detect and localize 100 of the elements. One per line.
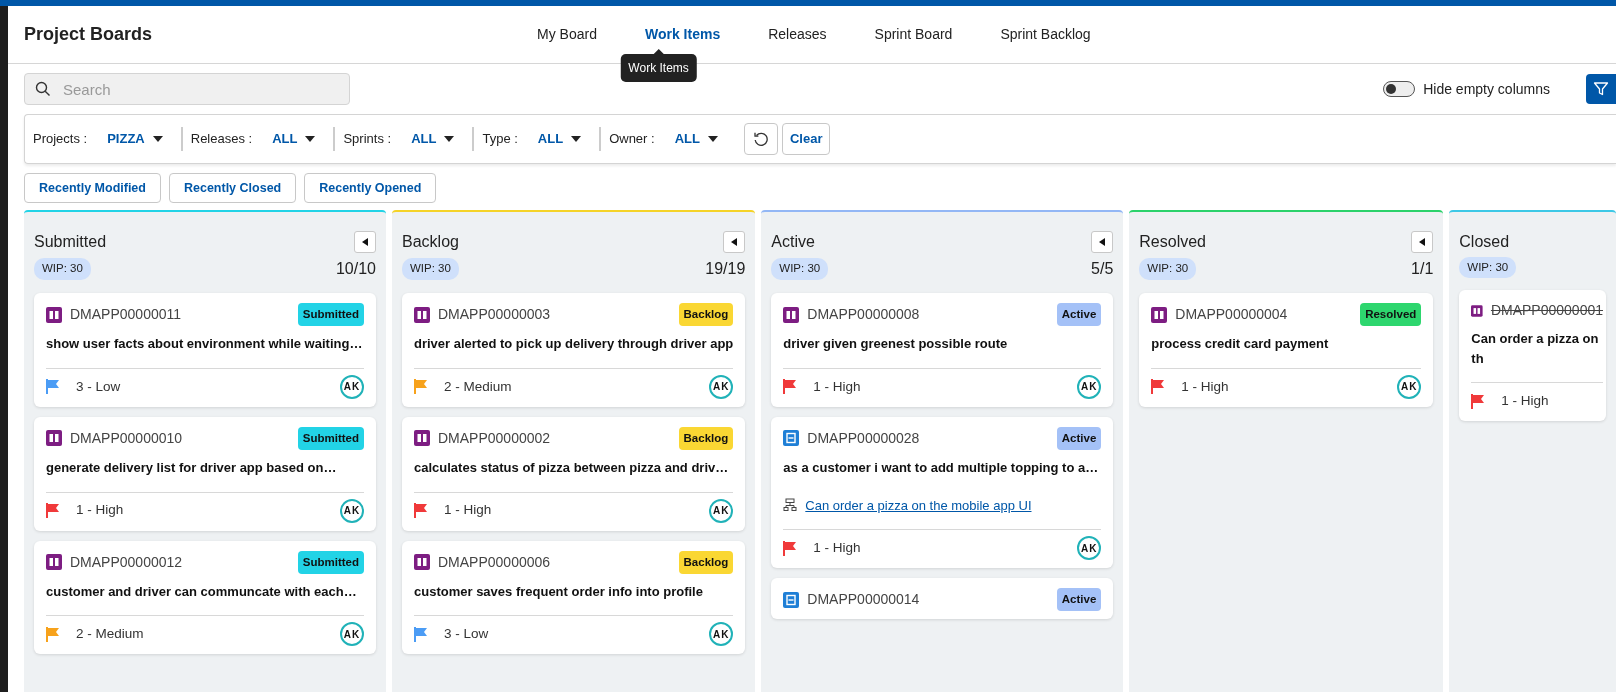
status-badge: Backlog bbox=[678, 303, 734, 327]
caret-icon bbox=[571, 136, 582, 142]
avatar: AK bbox=[1077, 536, 1102, 560]
status-badge: Resolved bbox=[1360, 303, 1422, 327]
item-id: DMAPP00000012 bbox=[70, 552, 183, 572]
toggle-switch[interactable] bbox=[1383, 81, 1416, 97]
hierarchy-icon bbox=[783, 498, 798, 513]
filter-dropdown[interactable]: ALL bbox=[537, 129, 582, 149]
item-id: DMAPP00000003 bbox=[438, 305, 551, 325]
item-title: generate delivery list for driver app based on… bbox=[46, 459, 338, 477]
work-item-card[interactable]: DMAPP00000010 Submitted generate delivery list for driver app based on… 1 - High AK bbox=[34, 416, 376, 531]
priority-label: 1 - High bbox=[444, 501, 492, 520]
item-id: DMAPP00000014 bbox=[807, 590, 920, 610]
toggle-label: Hide empty columns bbox=[1423, 79, 1550, 99]
filter-label: Projects : bbox=[33, 130, 88, 149]
item-id: DMAPP00000002 bbox=[438, 428, 551, 448]
nav-tab[interactable]: My Board bbox=[537, 24, 597, 45]
column-title: Resolved bbox=[1139, 232, 1206, 252]
feature-icon bbox=[46, 306, 62, 323]
collapse-button[interactable] bbox=[1091, 231, 1114, 253]
work-item-card[interactable]: DMAPP00000008 Active driver given greenest possible route 1 - High AK bbox=[771, 293, 1114, 407]
work-item-card[interactable]: DMAPP00000012 Submitted customer and driver can communcate with each… 2 - Medium AK bbox=[34, 540, 376, 655]
work-item-card[interactable]: DMAPP00000001 Can order a pizza on th 1 - High bbox=[1459, 290, 1606, 422]
quick-filter-button[interactable]: Recently Closed bbox=[168, 173, 297, 203]
item-title: calculates status of pizza between pizza and driv… bbox=[414, 459, 730, 477]
item-id: DMAPP00000011 bbox=[70, 305, 182, 325]
priority-label: 2 - Medium bbox=[76, 625, 144, 644]
quick-filter-button[interactable]: Recently Modified bbox=[24, 173, 161, 203]
search-icon bbox=[35, 81, 51, 97]
filter-button[interactable] bbox=[1586, 74, 1616, 104]
item-title: show user facts about environment while waiting… bbox=[46, 335, 364, 354]
nav-tab[interactable]: Sprint Board bbox=[874, 24, 953, 45]
filter-dropdown[interactable]: ALL bbox=[674, 129, 718, 149]
collapse-button[interactable] bbox=[1411, 231, 1434, 253]
quick-filter-button[interactable]: Recently Opened bbox=[304, 173, 437, 203]
priority-label: 1 - High bbox=[813, 538, 861, 557]
status-badge: Active bbox=[1056, 588, 1102, 612]
item-title: driver alerted to pick up delivery through driver app bbox=[414, 335, 734, 354]
item-title: driver given greenest possible route bbox=[783, 335, 1009, 354]
column-title: Submitted bbox=[34, 232, 107, 252]
collapse-button[interactable] bbox=[354, 231, 376, 253]
work-item-card[interactable]: DMAPP00000004 Resolved process credit card payment 1 - High AK bbox=[1139, 293, 1434, 407]
status-badge: Submitted bbox=[297, 550, 364, 574]
filter-icon bbox=[1593, 81, 1609, 97]
nav-tab[interactable]: Sprint Backlog bbox=[1000, 24, 1091, 45]
wip-limit: WIP: 30 bbox=[34, 258, 91, 280]
search-field[interactable]: Search bbox=[24, 73, 350, 105]
filter-dropdown[interactable]: PIZZA bbox=[107, 129, 163, 149]
work-item-card[interactable]: DMAPP00000002 Backlog calculates status of pizza between pizza and driv… 1 - High AK bbox=[402, 416, 746, 531]
item-count: 1/1 bbox=[1411, 259, 1434, 279]
caret-icon bbox=[731, 238, 738, 246]
work-item-card[interactable]: DMAPP00000028 Active as a customer i want to add multiple topping to a… Can order a pizza on the mobile app UI 1 - High AK bbox=[771, 416, 1114, 568]
feature-icon bbox=[46, 554, 62, 571]
item-title: as a customer i want to add multiple topping to a… bbox=[783, 459, 1100, 477]
filter-label: Sprints : bbox=[343, 130, 392, 149]
feature-icon bbox=[1471, 302, 1483, 319]
item-id: DMAPP00000001 bbox=[1490, 301, 1603, 321]
priority-label: 1 - High bbox=[1181, 377, 1229, 396]
avatar: AK bbox=[709, 374, 734, 399]
feature-icon bbox=[46, 430, 62, 447]
nav-tab[interactable]: Releases bbox=[768, 24, 827, 45]
filter-label: Type : bbox=[482, 130, 518, 149]
avatar: AK bbox=[709, 622, 734, 647]
status-badge: Backlog bbox=[678, 426, 734, 450]
work-item-card[interactable]: DMAPP00000003 Backlog driver alerted to pick up delivery through driver app 2 - Medium AK bbox=[402, 293, 746, 407]
item-title: process credit card payment bbox=[1151, 335, 1330, 354]
reset-button[interactable] bbox=[743, 123, 778, 155]
story-icon bbox=[783, 591, 800, 608]
item-count: 10/10 bbox=[335, 259, 376, 279]
story-icon bbox=[783, 430, 800, 447]
clear-button[interactable]: Clear bbox=[781, 123, 831, 155]
feature-icon bbox=[783, 306, 800, 323]
caret-icon bbox=[305, 136, 316, 142]
wip-limit: WIP: 30 bbox=[1459, 257, 1517, 279]
priority-label: 1 - High bbox=[76, 501, 124, 520]
caret-icon bbox=[152, 136, 163, 142]
reset-icon bbox=[752, 131, 769, 147]
avatar: AK bbox=[340, 498, 364, 523]
avatar: AK bbox=[1077, 374, 1102, 399]
caret-icon bbox=[1419, 238, 1426, 246]
parent-item-link[interactable]: Can order a pizza on the mobile app UI bbox=[805, 495, 1032, 515]
avatar: AK bbox=[340, 374, 364, 399]
priority-label: 1 - High bbox=[1501, 392, 1549, 411]
filter-dropdown[interactable]: ALL bbox=[411, 129, 455, 149]
filter-label: Owner : bbox=[609, 130, 655, 149]
work-item-card[interactable]: DMAPP00000006 Backlog customer saves frequent order info into profile 3 - Low AK bbox=[402, 540, 746, 655]
item-id: DMAPP00000004 bbox=[1175, 305, 1288, 325]
collapse-button[interactable] bbox=[723, 231, 746, 253]
column-title: Active bbox=[771, 232, 815, 252]
avatar: AK bbox=[709, 498, 734, 523]
work-item-card[interactable]: DMAPP00000011 Submitted show user facts about environment while waiting… 3 - Low AK bbox=[34, 293, 376, 407]
work-item-card[interactable]: DMAPP00000014 Active bbox=[771, 578, 1114, 620]
nav-tab[interactable]: Work Items bbox=[644, 24, 721, 45]
avatar: AK bbox=[340, 622, 364, 647]
item-title: customer saves frequent order info into profile bbox=[414, 582, 704, 601]
item-id: DMAPP00000006 bbox=[438, 552, 551, 572]
tooltip-text: Work Items bbox=[620, 54, 697, 82]
filter-dropdown[interactable]: ALL bbox=[272, 129, 316, 149]
wip-limit: WIP: 30 bbox=[1139, 258, 1197, 280]
feature-icon bbox=[414, 306, 430, 323]
